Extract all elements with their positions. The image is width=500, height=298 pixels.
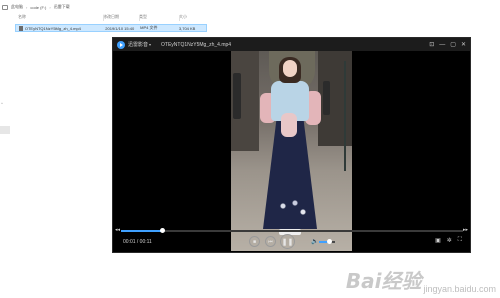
video-subject	[271, 191, 311, 221]
breadcrumb-item[interactable]: 此电脑	[11, 4, 23, 10]
close-icon[interactable]: ✕	[461, 42, 466, 48]
file-name: OTEyNTQ1NzY5Mg_zh_4.mp4	[24, 25, 81, 31]
playback-time: 00:01 / 00:11	[123, 239, 152, 245]
video-player-window: 迅雷影音 ▾ OTEyNTQ1NzY5Mg_zh_4.mp4 ⊡ — ▢ ✕ ◂…	[112, 37, 471, 253]
desktop: 此电脑 › code (F:) › 迅雷下载 名称 修改日期 类型 大小 OTE…	[0, 0, 500, 298]
column-name-header[interactable]: 名称	[15, 14, 103, 22]
file-date: 2019/1/10 15:40	[105, 25, 135, 31]
column-date-header[interactable]: 修改日期	[103, 14, 139, 22]
stop-icon: ■	[252, 238, 257, 245]
previous-icon: ⏮	[268, 238, 273, 245]
video-file-icon	[19, 25, 23, 31]
breadcrumb-item[interactable]: code (F:)	[30, 5, 46, 10]
column-divider[interactable]	[139, 15, 140, 21]
stop-button[interactable]: ■	[249, 236, 260, 247]
video-file-title: OTEyNTQ1NzY5Mg_zh_4.mp4	[161, 41, 232, 48]
player-tools: ▣ ✲ ⛶	[435, 237, 462, 244]
pause-button[interactable]: ❚❚	[280, 234, 295, 249]
column-divider[interactable]	[179, 15, 180, 21]
seek-back-icon[interactable]: ◂◂	[115, 227, 120, 233]
pause-icon: ❚❚	[281, 238, 294, 246]
file-size: 3,704 KB	[178, 25, 196, 31]
maximize-icon[interactable]: ▢	[450, 42, 456, 48]
column-size-header[interactable]: 大小	[179, 14, 207, 22]
screenshot-icon[interactable]: ▣	[435, 237, 441, 244]
settings-icon[interactable]: ✲	[447, 237, 452, 244]
breadcrumb: 此电脑 › code (F:) › 迅雷下载	[2, 3, 70, 11]
breadcrumb-item[interactable]: 迅雷下载	[54, 4, 70, 10]
progress-handle[interactable]	[160, 228, 166, 233]
volume-icon[interactable]: 🔈	[311, 238, 318, 245]
computer-icon	[2, 4, 8, 10]
video-scenery	[233, 73, 241, 119]
minimize-icon[interactable]: —	[439, 42, 445, 48]
breadcrumb-separator: ›	[26, 4, 28, 10]
seek-forward-icon[interactable]: ▸▸	[463, 227, 468, 233]
video-scenery	[344, 61, 346, 171]
window-controls: ⊡ — ▢ ✕	[429, 38, 466, 51]
column-type-header[interactable]: 类型	[139, 14, 179, 22]
volume-handle[interactable]	[326, 239, 332, 244]
sidebar-item-highlight[interactable]	[0, 126, 10, 134]
watermark-url: jingyan.baidu.com	[423, 284, 496, 294]
file-row-selected[interactable]: OTEyNTQ1NzY5Mg_zh_4.mp4 2019/1/10 15:40 …	[15, 24, 207, 32]
sidebar-expand-icon[interactable]: ^	[1, 101, 3, 106]
file-type: MP4 文件	[140, 25, 158, 30]
breadcrumb-separator: ›	[49, 4, 51, 10]
video-subject	[283, 60, 297, 77]
app-menu-caret-icon[interactable]: ▾	[149, 42, 151, 47]
watermark-logo: Bai经验	[345, 269, 422, 293]
app-logo-icon	[117, 40, 125, 49]
player-titlebar[interactable]: 迅雷影音 ▾ OTEyNTQ1NzY5Mg_zh_4.mp4 ⊡ — ▢ ✕	[113, 38, 470, 51]
progress-bar[interactable]	[121, 228, 463, 233]
pin-icon[interactable]: ⊡	[429, 42, 434, 48]
volume-slider[interactable]	[319, 239, 335, 244]
video-scenery	[323, 81, 330, 115]
fullscreen-icon[interactable]: ⛶	[458, 237, 462, 244]
previous-button[interactable]: ⏮	[265, 236, 276, 247]
progress-fill	[121, 230, 163, 232]
baidu-jingyan-watermark: Bai经验 jingyan.baidu.com	[346, 265, 496, 294]
video-frame[interactable]	[231, 51, 352, 251]
video-subject	[281, 113, 297, 137]
column-divider[interactable]	[103, 15, 104, 21]
app-name[interactable]: 迅雷影音	[128, 41, 148, 48]
